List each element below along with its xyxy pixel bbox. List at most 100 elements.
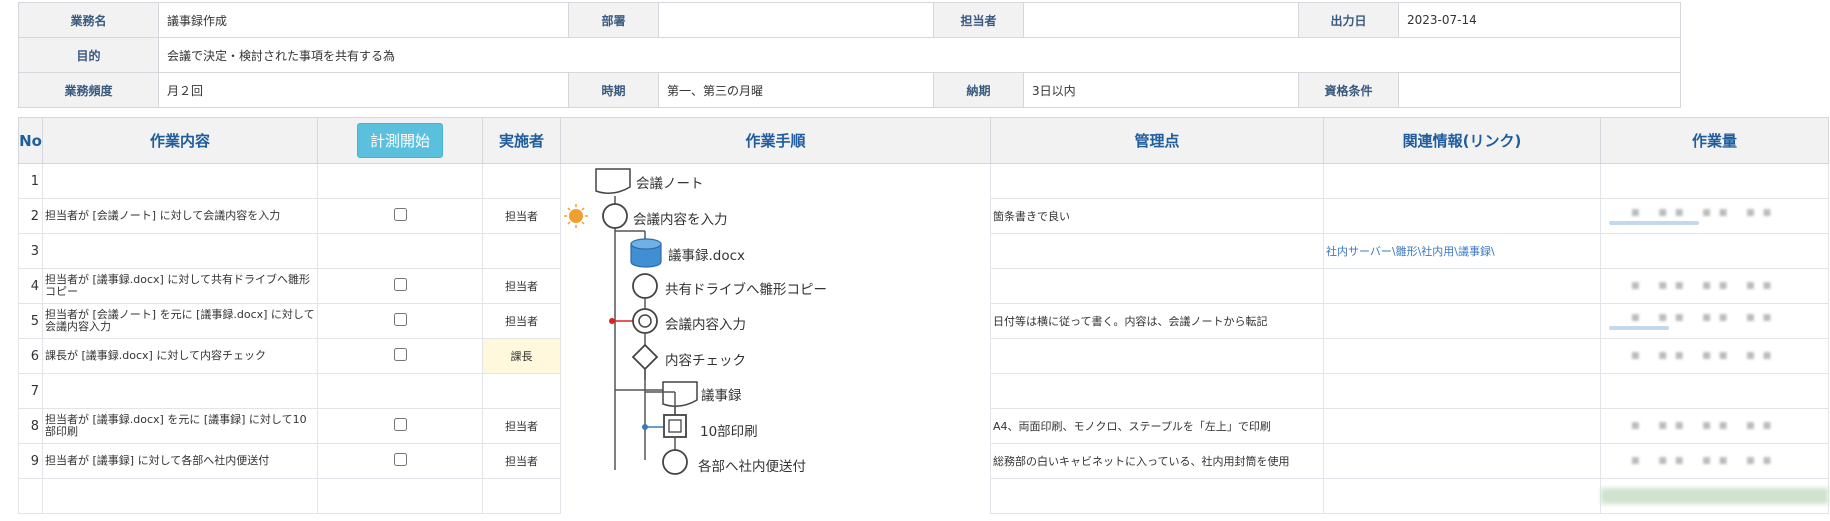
row-control-point: 箇条書きで良い xyxy=(990,198,1324,234)
row-no: 1 xyxy=(18,163,43,199)
row-content: 担当者が [会議ノート] を元に [議事録.docx] に対して会議内容入力 xyxy=(42,303,318,339)
row-content xyxy=(42,478,318,514)
workload-blurred: ■ ■■ ■■ ■■ xyxy=(1631,207,1780,218)
row-no: 5 xyxy=(18,303,43,339)
row-related-link[interactable] xyxy=(1323,303,1601,339)
row-content: 担当者が [議事録.docx] に対して共有ドライブへ雛形コピー xyxy=(42,268,318,304)
row-measure-checkbox[interactable] xyxy=(393,313,407,326)
row-workload: ■ ■■ ■■ ■■ xyxy=(1600,303,1829,339)
col-header-workload: 作業量 xyxy=(1600,117,1829,164)
row-control-point xyxy=(990,338,1324,374)
row-workload: ■ ■■ ■■ ■■ xyxy=(1600,338,1829,374)
deadline-value: 3日以内 xyxy=(1023,72,1299,108)
row-measure-cell xyxy=(317,408,483,444)
workload-blurred: ■ ■■ ■■ ■■ xyxy=(1631,312,1780,323)
flow-step-label: 各部へ社内便送付 xyxy=(698,459,806,475)
person-value xyxy=(1023,2,1299,38)
workload-blurred: ■ ■■ ■■ ■■ xyxy=(1631,456,1780,466)
row-related-link[interactable] xyxy=(1323,478,1601,514)
row-measure-checkbox[interactable] xyxy=(393,278,407,291)
row-no: 9 xyxy=(18,443,43,479)
row-measure-checkbox[interactable] xyxy=(393,453,407,466)
row-measure-checkbox[interactable] xyxy=(393,208,407,221)
row-measure-cell xyxy=(317,163,483,199)
row-related-link[interactable]: 社内サーバー\雛形\社内用\議事録\ xyxy=(1323,233,1601,269)
row-related-link[interactable] xyxy=(1323,268,1601,304)
qualification-label: 資格条件 xyxy=(1298,72,1399,108)
department-label: 部署 xyxy=(568,2,659,38)
row-workload xyxy=(1600,163,1829,199)
col-header-related-info: 関連情報(リンク) xyxy=(1323,117,1601,164)
row-no: 6 xyxy=(18,338,43,374)
row-related-link[interactable] xyxy=(1323,373,1601,409)
timing-value: 第一、第三の月曜 xyxy=(658,72,934,108)
col-header-procedure: 作業手順 xyxy=(560,117,991,164)
row-measure-cell xyxy=(317,303,483,339)
frequency-label: 業務頻度 xyxy=(18,72,159,108)
procedure-table: No 作業内容 計測開始 実施者 作業手順 管理点 関連情報(リンク) 作業量 … xyxy=(18,117,1829,514)
workload-bar xyxy=(1609,220,1699,225)
row-workload: ■ ■■ ■■ ■■ xyxy=(1600,408,1829,444)
row-content xyxy=(42,233,318,269)
row-content: 課長が [議事録.docx] に対して内容チェック xyxy=(42,338,318,374)
row-related-link[interactable] xyxy=(1323,408,1601,444)
col-header-control-point: 管理点 xyxy=(990,117,1324,164)
workload-blurred: ■ ■■ ■■ ■■ xyxy=(1631,351,1780,361)
measure-start-button[interactable]: 計測開始 xyxy=(356,123,443,158)
row-measure-checkbox[interactable] xyxy=(393,418,407,431)
flow-step-label: 共有ドライブへ雛形コピー xyxy=(665,282,827,298)
person-label: 担当者 xyxy=(933,2,1024,38)
row-measure-cell xyxy=(317,198,483,234)
row-content xyxy=(42,163,318,199)
row-worker: 課長 xyxy=(482,338,561,374)
row-related-link[interactable] xyxy=(1323,338,1601,374)
workload-blurred: ■ ■■ ■■ ■■ xyxy=(1631,281,1780,291)
qualification-value xyxy=(1398,72,1681,108)
row-worker xyxy=(482,163,561,199)
row-control-point xyxy=(990,163,1324,199)
flow-step-label: 10部印刷 xyxy=(700,424,758,440)
col-header-content: 作業内容 xyxy=(42,117,318,164)
row-no: 4 xyxy=(18,268,43,304)
row-measure-cell xyxy=(317,373,483,409)
row-no: 7 xyxy=(18,373,43,409)
row-no: 2 xyxy=(18,198,43,234)
column-header-row: No 作業内容 計測開始 実施者 作業手順 管理点 関連情報(リンク) 作業量 xyxy=(18,117,1829,164)
workload-blurred: ■ ■■ ■■ ■■ xyxy=(1631,421,1780,431)
row-content: 担当者が [会議ノート] に対して会議内容を入力 xyxy=(42,198,318,234)
row-worker: 担当者 xyxy=(482,303,561,339)
flow-step-label: 会議内容を入力 xyxy=(633,212,728,228)
row-measure-cell xyxy=(317,338,483,374)
row-related-link[interactable] xyxy=(1323,198,1601,234)
row-control-point xyxy=(990,373,1324,409)
row-workload xyxy=(1600,478,1829,514)
row-worker xyxy=(482,233,561,269)
row-no: 8 xyxy=(18,408,43,444)
department-value xyxy=(658,2,934,38)
row-control-point xyxy=(990,233,1324,269)
row-worker: 担当者 xyxy=(482,268,561,304)
row-workload: ■ ■■ ■■ ■■ xyxy=(1600,198,1829,234)
row-related-link[interactable] xyxy=(1323,443,1601,479)
row-control-point xyxy=(990,478,1324,514)
flow-step-label: 内容チェック xyxy=(665,353,746,369)
business-name-value: 議事録作成 xyxy=(158,2,569,38)
row-worker xyxy=(482,373,561,409)
frequency-value: 月２回 xyxy=(158,72,569,108)
flow-step-label: 議事録.docx xyxy=(668,248,746,264)
row-content: 担当者が [議事録.docx] を元に [議事録] に対して10部印刷 xyxy=(42,408,318,444)
row-measure-checkbox[interactable] xyxy=(393,348,407,361)
purpose-value: 会議で決定・検討された事項を共有する為 xyxy=(158,37,1681,73)
row-workload: ■ ■■ ■■ ■■ xyxy=(1600,443,1829,479)
row-worker xyxy=(482,478,561,514)
workload-bar xyxy=(1609,325,1669,330)
row-no xyxy=(18,478,43,514)
row-related-link[interactable] xyxy=(1323,163,1601,199)
row-worker: 担当者 xyxy=(482,408,561,444)
workload-blurred xyxy=(1601,488,1828,504)
col-header-no: No xyxy=(18,117,43,164)
row-workload xyxy=(1600,373,1829,409)
timing-label: 時期 xyxy=(568,72,659,108)
output-date-value: 2023-07-14 xyxy=(1398,2,1681,38)
row-worker: 担当者 xyxy=(482,198,561,234)
